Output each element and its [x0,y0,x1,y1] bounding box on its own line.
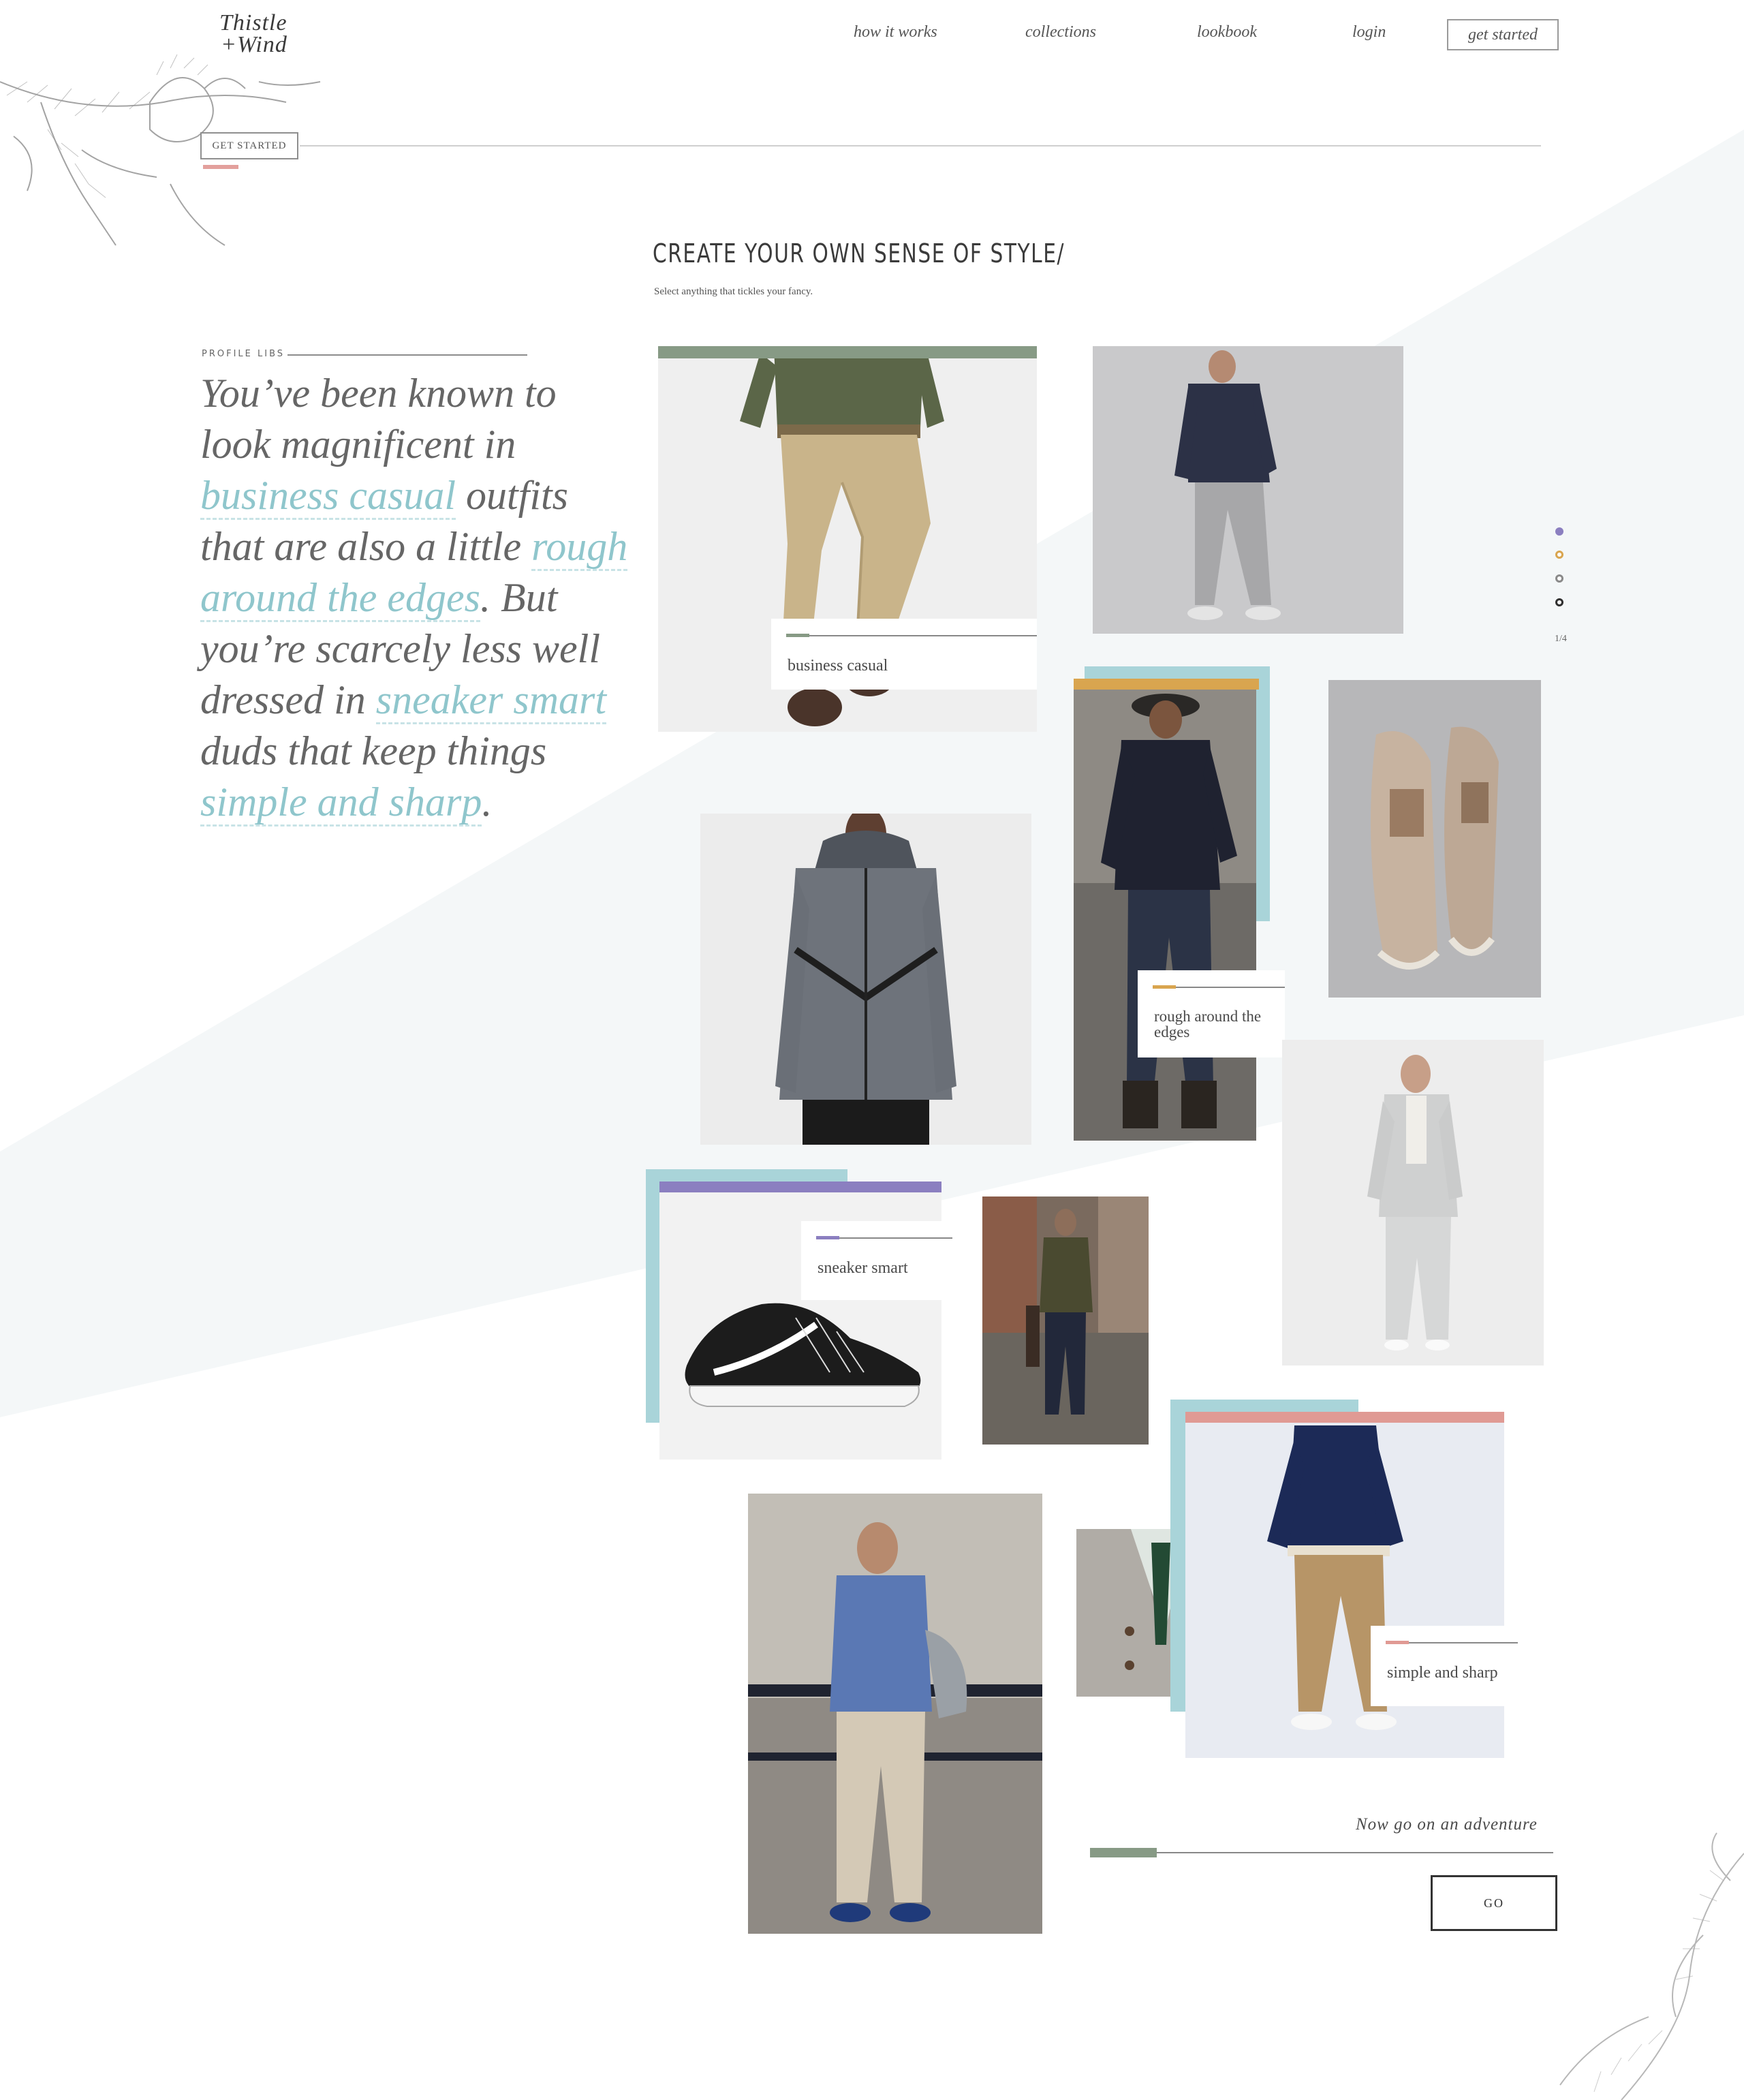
business-casual-caption[interactable]: business casual [771,619,1037,690]
sneaker-smart-caption-text: sneaker smart [818,1259,908,1277]
business-casual-caption-accent [786,634,809,637]
profile-libs-paragraph: You’ve been known to look magnificent in… [200,368,636,828]
sneaker-smart-caption-accent [816,1236,839,1239]
lib-link-business-casual[interactable]: business casual [200,473,456,520]
pagination-dot-3[interactable] [1555,574,1563,583]
rough-edges-caption-line [1176,987,1285,988]
pagination-counter: 1/4 [1555,634,1567,644]
banner-divider [300,145,1541,146]
photo-navy-jacket-outfit[interactable] [1093,346,1403,634]
lib-text: You’ve been known to look magnificent in [200,371,557,467]
go-button[interactable]: GO [1431,1875,1557,1931]
simple-sharp-caption-text: simple and sharp [1387,1664,1498,1682]
rough-edges-caption-accent [1153,985,1176,989]
pagination-dot-4[interactable] [1555,598,1563,606]
sneaker-smart-accent-bar [659,1182,941,1192]
nav-login[interactable]: login [1352,23,1386,42]
photo-grey-tech-jacket[interactable] [700,814,1031,1145]
simple-sharp-caption[interactable]: simple and sharp [1371,1626,1518,1706]
business-casual-accent-bar [658,346,1037,358]
banner-accent-bar [203,165,238,169]
lib-link-sneaker-smart[interactable]: sneaker smart [375,677,607,724]
page-title: CREATE YOUR OWN SENSE OF STYLE/ [653,238,1065,268]
simple-sharp-accent-bar [1185,1412,1504,1423]
profile-libs-label: PROFILE LIBS [202,349,285,359]
photo-street-style-olive-jacket[interactable] [982,1196,1149,1445]
get-started-button[interactable]: get started [1447,19,1559,50]
business-casual-caption-text: business casual [788,657,888,675]
nav-collections[interactable]: collections [1025,23,1096,42]
pagination-dot-2[interactable] [1555,551,1563,559]
page-subtitle: Select anything that tickles your fancy. [654,286,813,297]
photo-suede-shoes[interactable] [1328,680,1541,998]
adventure-progress-bar [1090,1848,1157,1857]
lib-text: duds that keep things [200,728,547,773]
sneaker-smart-caption-line [839,1237,952,1239]
simple-sharp-caption-accent [1386,1641,1409,1644]
simple-sharp-caption-line [1409,1642,1518,1643]
sneaker-smart-caption[interactable]: sneaker smart [801,1221,952,1300]
photo-gingham-shirt-outfit[interactable] [748,1494,1042,1934]
rough-edges-caption[interactable]: rough around the edges [1138,970,1285,1057]
lib-text: . [482,779,493,824]
adventure-progress-line [1090,1852,1553,1853]
pagination-dot-1[interactable] [1555,527,1563,536]
adventure-prompt: Now go on an adventure [1356,1815,1538,1834]
business-casual-caption-line [809,635,1037,636]
photo-leather-jacket-outfit[interactable] [1074,679,1256,1141]
banner-get-started-button[interactable]: GET STARTED [200,132,298,159]
nav-how-it-works[interactable]: how it works [854,23,937,42]
profile-libs-divider [287,354,527,356]
nav-lookbook[interactable]: lookbook [1197,23,1257,42]
rough-edges-caption-text: rough around the edges [1154,1008,1262,1040]
lib-link-simple-and-sharp[interactable]: simple and sharp [200,779,482,827]
photo-light-grey-suit[interactable] [1282,1040,1544,1365]
rough-edges-accent-bar [1074,679,1259,690]
